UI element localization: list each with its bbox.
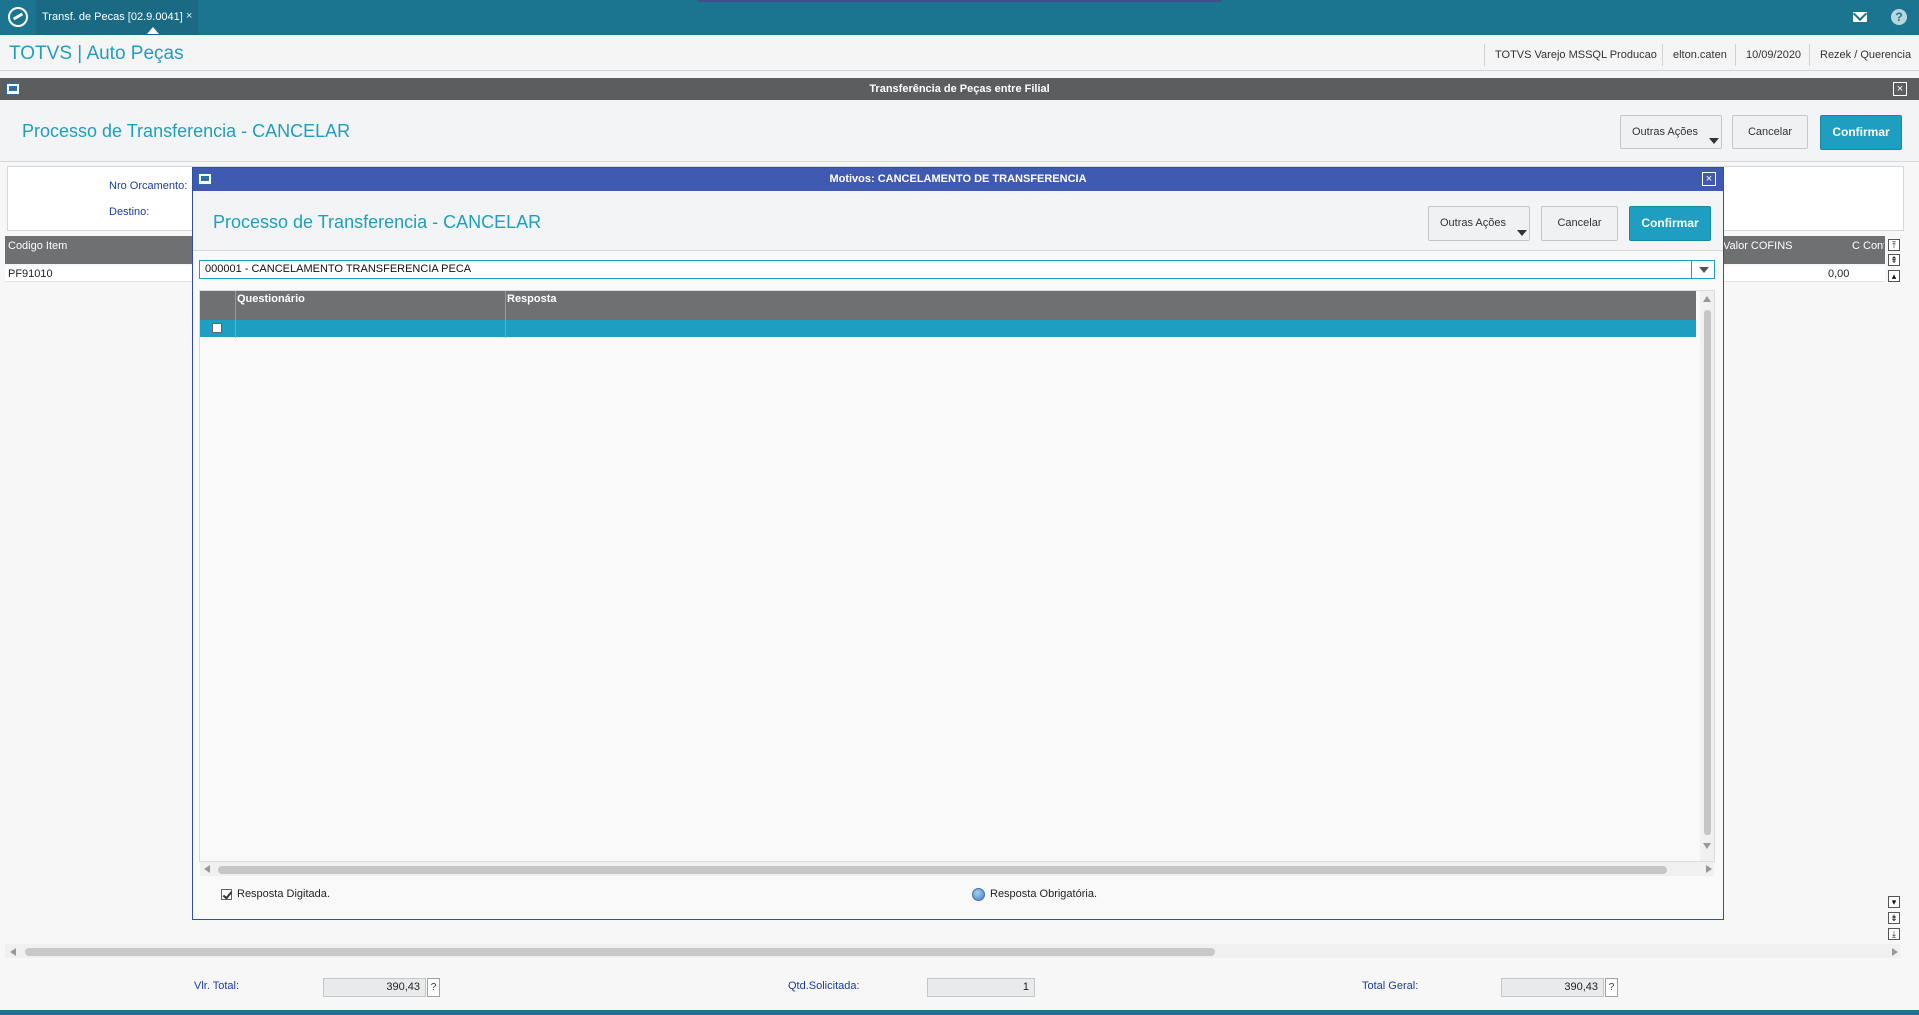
tab-close-icon[interactable]: × — [186, 10, 192, 22]
outer-window-title: Transferência de Peças entre Filial — [869, 83, 1050, 95]
totvs-logo-icon[interactable] — [8, 7, 28, 27]
legend-resposta-digitada: Resposta Digitada. — [237, 888, 330, 900]
col-codigo-item[interactable]: Codigo Item — [8, 240, 67, 252]
column-divider — [235, 291, 236, 338]
outer-cancel-button[interactable]: Cancelar — [1732, 115, 1808, 149]
modal-cancel-button[interactable]: Cancelar — [1541, 206, 1618, 241]
blue-circle-icon — [972, 888, 985, 901]
vlr-total-field[interactable]: 390,43 — [323, 978, 426, 997]
scroll-left-icon[interactable] — [10, 948, 16, 956]
col-resposta[interactable]: Resposta — [507, 293, 557, 305]
line-down-icon[interactable]: ▾ — [1888, 896, 1900, 908]
outer-page-title: Processo de Transferencia - CANCELAR — [22, 121, 351, 141]
scroll-left-icon[interactable] — [204, 865, 210, 873]
document-tab[interactable]: Transf. de Pecas [02.9.0041] × — [36, 0, 198, 35]
scroll-right-icon[interactable] — [1892, 948, 1898, 956]
table-row[interactable] — [200, 320, 1696, 337]
legend-resposta-obrigatoria: Resposta Obrigatória. — [990, 888, 1097, 900]
outer-window-titlebar: Transferência de Peças entre Filial — [0, 78, 1919, 100]
motivo-select-chevron-down-icon[interactable] — [1691, 261, 1714, 278]
document-tab-title: Transf. de Pecas [02.9.0041] — [42, 11, 183, 23]
scroll-bottom-icon[interactable]: ⤓ — [1888, 928, 1900, 940]
modal-vertical-scroll-thumb[interactable] — [1704, 310, 1711, 835]
line-up-icon[interactable]: ▴ — [1888, 270, 1900, 282]
app-title: TOTVS | Auto Peças — [9, 43, 184, 64]
outer-horizontal-scroll-thumb[interactable] — [25, 948, 1215, 956]
active-tab-caret-icon — [147, 27, 159, 34]
questionario-grid-header — [200, 291, 1696, 320]
nro-orcamento-label: Nro Orcamento: — [109, 180, 188, 192]
outer-confirm-button[interactable]: Confirmar — [1820, 115, 1902, 150]
help-icon[interactable]: ? — [1891, 9, 1907, 25]
vlr-total-help-button[interactable]: ? — [427, 978, 440, 997]
user-info: elton.caten — [1662, 44, 1737, 66]
environment-info: TOTVS Varejo MSSQL Producao — [1484, 44, 1667, 66]
row-valor-cofins: 0,00 — [1828, 268, 1850, 280]
mail-icon[interactable] — [1853, 12, 1867, 22]
scroll-down-icon[interactable] — [1703, 843, 1711, 849]
top-bar — [0, 0, 1919, 35]
checkmark-icon — [221, 889, 232, 900]
total-geral-help-button[interactable]: ? — [1605, 978, 1618, 997]
chevron-down-icon — [1709, 138, 1719, 144]
outer-close-icon[interactable]: × — [1893, 82, 1907, 96]
modal-other-actions-button[interactable]: Outras Ações — [1428, 206, 1530, 241]
chevron-down-icon — [1517, 230, 1527, 236]
outer-other-actions-label: Outras Ações — [1631, 126, 1699, 138]
modal-window-menu-icon[interactable] — [198, 173, 212, 185]
scroll-right-icon[interactable] — [1706, 865, 1712, 873]
qtd-solicitada-label: Qtd.Solicitada: — [788, 980, 860, 992]
col-c-cont[interactable]: C Cont — [1852, 240, 1884, 252]
date-info: 10/09/2020 — [1735, 44, 1811, 66]
col-valor-cofins[interactable]: Valor COFINS — [1723, 240, 1792, 252]
modal-page-title: Processo de Transferencia - CANCELAR — [213, 212, 542, 232]
total-geral-label: Total Geral: — [1362, 980, 1419, 992]
vlr-total-label: Vlr. Total: — [194, 980, 240, 992]
outer-other-actions-button[interactable]: Outras Ações — [1620, 115, 1722, 149]
footer-accent-line — [0, 1010, 1919, 1015]
modal-titlebar: Motivos: CANCELAMENTO DE TRANSFERENCIA — [193, 168, 1723, 191]
modal-close-icon[interactable]: × — [1702, 172, 1716, 186]
modal-other-actions-label: Outras Ações — [1439, 217, 1507, 229]
page-down-icon[interactable]: ⇟ — [1888, 912, 1900, 924]
scroll-up-icon[interactable] — [1703, 296, 1711, 302]
branch-info: Rezek / Querencia — [1809, 44, 1919, 66]
page-up-icon[interactable]: ⇞ — [1888, 254, 1900, 266]
top-progress-strip — [697, 0, 1222, 2]
questionario-grid — [199, 290, 1715, 862]
total-geral-field[interactable]: 390,43 — [1501, 978, 1604, 997]
col-questionario[interactable]: Questionário — [237, 293, 305, 305]
column-divider — [505, 291, 506, 338]
modal-confirm-button[interactable]: Confirmar — [1629, 206, 1711, 241]
scroll-top-icon[interactable]: ⤒ — [1888, 239, 1900, 251]
modal-horizontal-scroll-thumb[interactable] — [218, 866, 1667, 874]
row-codigo-item: PF91010 — [8, 268, 53, 280]
modal-title: Motivos: CANCELAMENTO DE TRANSFERENCIA — [829, 173, 1087, 185]
window-menu-icon[interactable] — [6, 83, 20, 95]
motivo-select[interactable]: 000001 - CANCELAMENTO TRANSFERENCIA PECA — [199, 260, 1715, 279]
row-checkbox[interactable] — [212, 323, 222, 333]
qtd-solicitada-field[interactable]: 1 — [927, 978, 1035, 997]
destino-label: Destino: — [109, 206, 150, 218]
